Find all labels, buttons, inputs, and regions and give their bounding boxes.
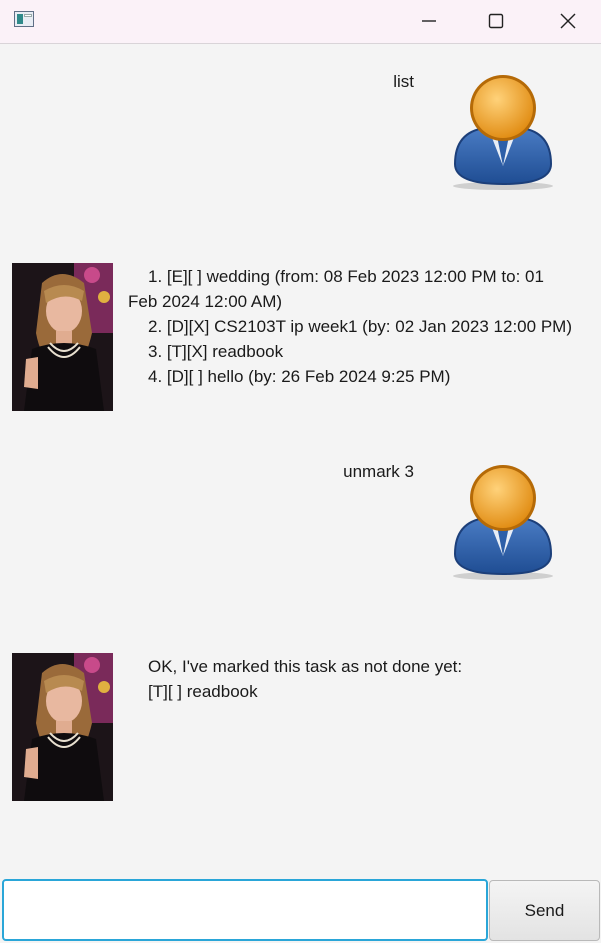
minimize-icon (422, 20, 436, 22)
duke-avatar (12, 653, 113, 801)
duke-message-text: 1. [E][ ] wedding (from: 08 Feb 2023 12:… (128, 264, 590, 389)
close-button[interactable] (545, 0, 591, 43)
duke-avatar (12, 263, 113, 411)
response-line: OK, I've marked this task as not done ye… (148, 657, 463, 676)
task-line: 2. [D][X] CS2103T ip week1 (by: 02 Jan 2… (148, 317, 572, 336)
maximize-icon (488, 13, 504, 29)
maximize-button[interactable] (473, 0, 519, 43)
user-message-text: list (393, 72, 414, 91)
duke-message-text: OK, I've marked this task as not done ye… (148, 654, 588, 704)
task-line: Feb 2024 12:00 AM) (128, 292, 283, 311)
task-line: 1. [E][ ] wedding (from: 08 Feb 2023 12:… (148, 267, 544, 286)
task-line: 3. [T][X] readbook (148, 342, 284, 361)
java-app-icon (14, 11, 34, 27)
user-avatar-icon (453, 465, 553, 580)
title-bar (0, 0, 601, 44)
task-line: 4. [D][ ] hello (by: 26 Feb 2024 9:25 PM… (148, 367, 451, 386)
input-bar: Send (0, 876, 601, 943)
minimize-button[interactable] (406, 0, 452, 43)
close-icon (560, 13, 576, 29)
command-input[interactable] (2, 879, 488, 941)
user-avatar-icon (453, 75, 553, 190)
send-button[interactable]: Send (489, 880, 600, 941)
dialog-container[interactable]: list 1. [E][] wedding (from: 08 Feb 202… (0, 44, 601, 874)
user-message-text: unmark 3 (343, 462, 414, 481)
response-line: [T][ ] readbook (148, 682, 258, 701)
